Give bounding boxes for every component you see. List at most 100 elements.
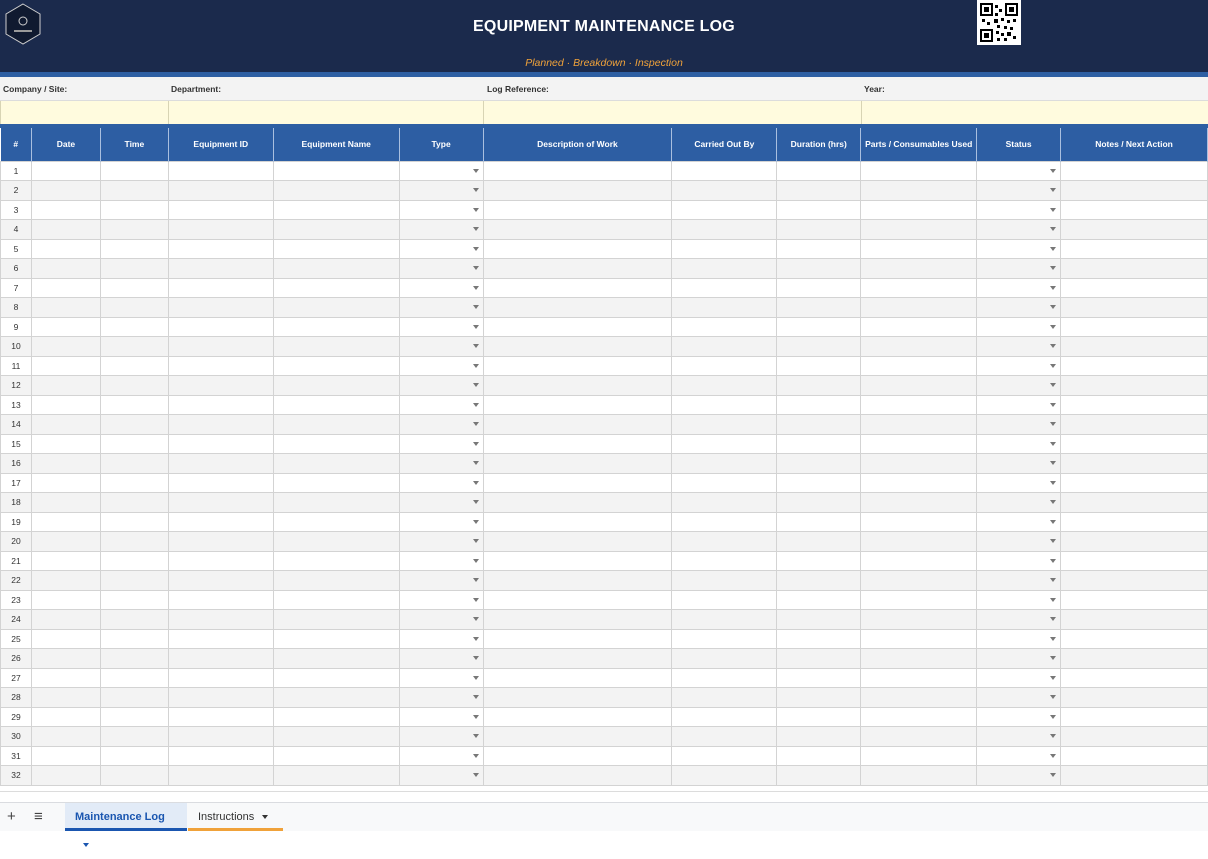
dropdown-arrow-icon[interactable] xyxy=(472,558,479,563)
dropdown-arrow-icon[interactable] xyxy=(472,207,479,212)
table-cell[interactable] xyxy=(167,336,274,357)
dropdown-arrow-icon[interactable] xyxy=(472,695,479,699)
table-cell[interactable] xyxy=(860,726,978,747)
log-reference-input[interactable] xyxy=(483,101,861,124)
table-cell[interactable] xyxy=(398,238,484,259)
table-cell[interactable] xyxy=(99,550,169,571)
table-cell[interactable] xyxy=(860,745,978,766)
table-cell[interactable] xyxy=(99,492,169,513)
table-cell[interactable] xyxy=(398,706,484,727)
table-cell[interactable] xyxy=(167,453,274,474)
table-cell[interactable] xyxy=(776,258,862,279)
table-cell[interactable] xyxy=(1060,726,1208,747)
dropdown-arrow-icon[interactable] xyxy=(472,246,479,251)
table-cell[interactable] xyxy=(776,277,862,298)
table-cell[interactable] xyxy=(1060,355,1208,376)
table-cell[interactable] xyxy=(976,433,1062,454)
dropdown-arrow-icon[interactable] xyxy=(1050,695,1057,699)
table-cell[interactable] xyxy=(976,316,1062,337)
table-cell[interactable] xyxy=(30,375,101,396)
table-cell[interactable] xyxy=(482,570,673,591)
table-cell[interactable] xyxy=(482,453,673,474)
table-cell[interactable] xyxy=(776,355,862,376)
table-cell[interactable] xyxy=(167,570,274,591)
table-cell[interactable] xyxy=(398,336,484,357)
table-cell[interactable] xyxy=(860,492,978,513)
table-cell[interactable] xyxy=(976,531,1062,552)
dropdown-arrow-icon[interactable] xyxy=(1050,422,1057,426)
table-cell[interactable] xyxy=(671,238,778,259)
table-cell[interactable] xyxy=(167,355,274,376)
table-cell[interactable] xyxy=(482,258,673,279)
table-cell[interactable] xyxy=(30,219,101,240)
table-cell[interactable] xyxy=(860,433,978,454)
table-cell[interactable] xyxy=(30,472,101,493)
table-cell[interactable] xyxy=(99,706,169,727)
table-cell[interactable] xyxy=(860,589,978,610)
table-cell[interactable] xyxy=(976,628,1062,649)
table-cell[interactable] xyxy=(272,492,400,513)
dropdown-arrow-icon[interactable] xyxy=(472,285,479,290)
table-cell[interactable] xyxy=(860,336,978,357)
dropdown-arrow-icon[interactable] xyxy=(472,402,479,407)
table-cell[interactable] xyxy=(671,375,778,396)
dropdown-arrow-icon[interactable] xyxy=(472,188,479,192)
table-cell[interactable] xyxy=(99,277,169,298)
table-cell[interactable] xyxy=(976,394,1062,415)
table-cell[interactable] xyxy=(976,453,1062,474)
dropdown-arrow-icon[interactable] xyxy=(472,480,479,485)
table-cell[interactable] xyxy=(272,589,400,610)
table-cell[interactable] xyxy=(99,180,169,201)
table-cell[interactable] xyxy=(272,414,400,435)
dropdown-arrow-icon[interactable] xyxy=(1050,461,1057,465)
table-cell[interactable] xyxy=(482,628,673,649)
table-cell[interactable] xyxy=(671,648,778,669)
dropdown-arrow-icon[interactable] xyxy=(1050,246,1057,251)
table-cell[interactable] xyxy=(99,414,169,435)
dropdown-arrow-icon[interactable] xyxy=(1050,500,1057,504)
dropdown-arrow-icon[interactable] xyxy=(472,597,479,602)
table-cell[interactable] xyxy=(167,511,274,532)
table-cell[interactable] xyxy=(776,219,862,240)
table-cell[interactable] xyxy=(671,570,778,591)
table-cell[interactable] xyxy=(776,609,862,630)
table-cell[interactable] xyxy=(671,609,778,630)
dropdown-arrow-icon[interactable] xyxy=(472,441,479,446)
table-cell[interactable] xyxy=(272,745,400,766)
table-cell[interactable] xyxy=(398,687,484,708)
table-cell[interactable] xyxy=(776,745,862,766)
table-cell[interactable] xyxy=(860,394,978,415)
dropdown-arrow-icon[interactable] xyxy=(1050,773,1057,777)
table-cell[interactable] xyxy=(30,648,101,669)
table-cell[interactable] xyxy=(272,531,400,552)
table-cell[interactable] xyxy=(776,667,862,688)
dropdown-arrow-icon[interactable] xyxy=(472,675,479,680)
dropdown-arrow-icon[interactable] xyxy=(472,578,479,582)
table-cell[interactable] xyxy=(976,355,1062,376)
table-cell[interactable] xyxy=(398,609,484,630)
table-cell[interactable] xyxy=(99,238,169,259)
dropdown-arrow-icon[interactable] xyxy=(1050,344,1057,348)
table-cell[interactable] xyxy=(482,531,673,552)
table-cell[interactable] xyxy=(398,355,484,376)
table-cell[interactable] xyxy=(30,414,101,435)
table-cell[interactable] xyxy=(30,628,101,649)
dropdown-arrow-icon[interactable] xyxy=(1050,714,1057,719)
table-cell[interactable] xyxy=(671,316,778,337)
table-cell[interactable] xyxy=(30,180,101,201)
table-cell[interactable] xyxy=(1060,394,1208,415)
dropdown-arrow-icon[interactable] xyxy=(1050,636,1057,641)
table-cell[interactable] xyxy=(99,648,169,669)
table-cell[interactable] xyxy=(976,277,1062,298)
table-cell[interactable] xyxy=(1060,199,1208,220)
table-cell[interactable] xyxy=(398,375,484,396)
dropdown-arrow-icon[interactable] xyxy=(472,383,479,387)
dropdown-arrow-icon[interactable] xyxy=(472,656,479,660)
table-cell[interactable] xyxy=(99,609,169,630)
table-cell[interactable] xyxy=(482,609,673,630)
table-cell[interactable] xyxy=(776,628,862,649)
table-cell[interactable] xyxy=(99,258,169,279)
table-cell[interactable] xyxy=(30,570,101,591)
table-cell[interactable] xyxy=(1060,472,1208,493)
dropdown-arrow-icon[interactable] xyxy=(1050,617,1057,621)
